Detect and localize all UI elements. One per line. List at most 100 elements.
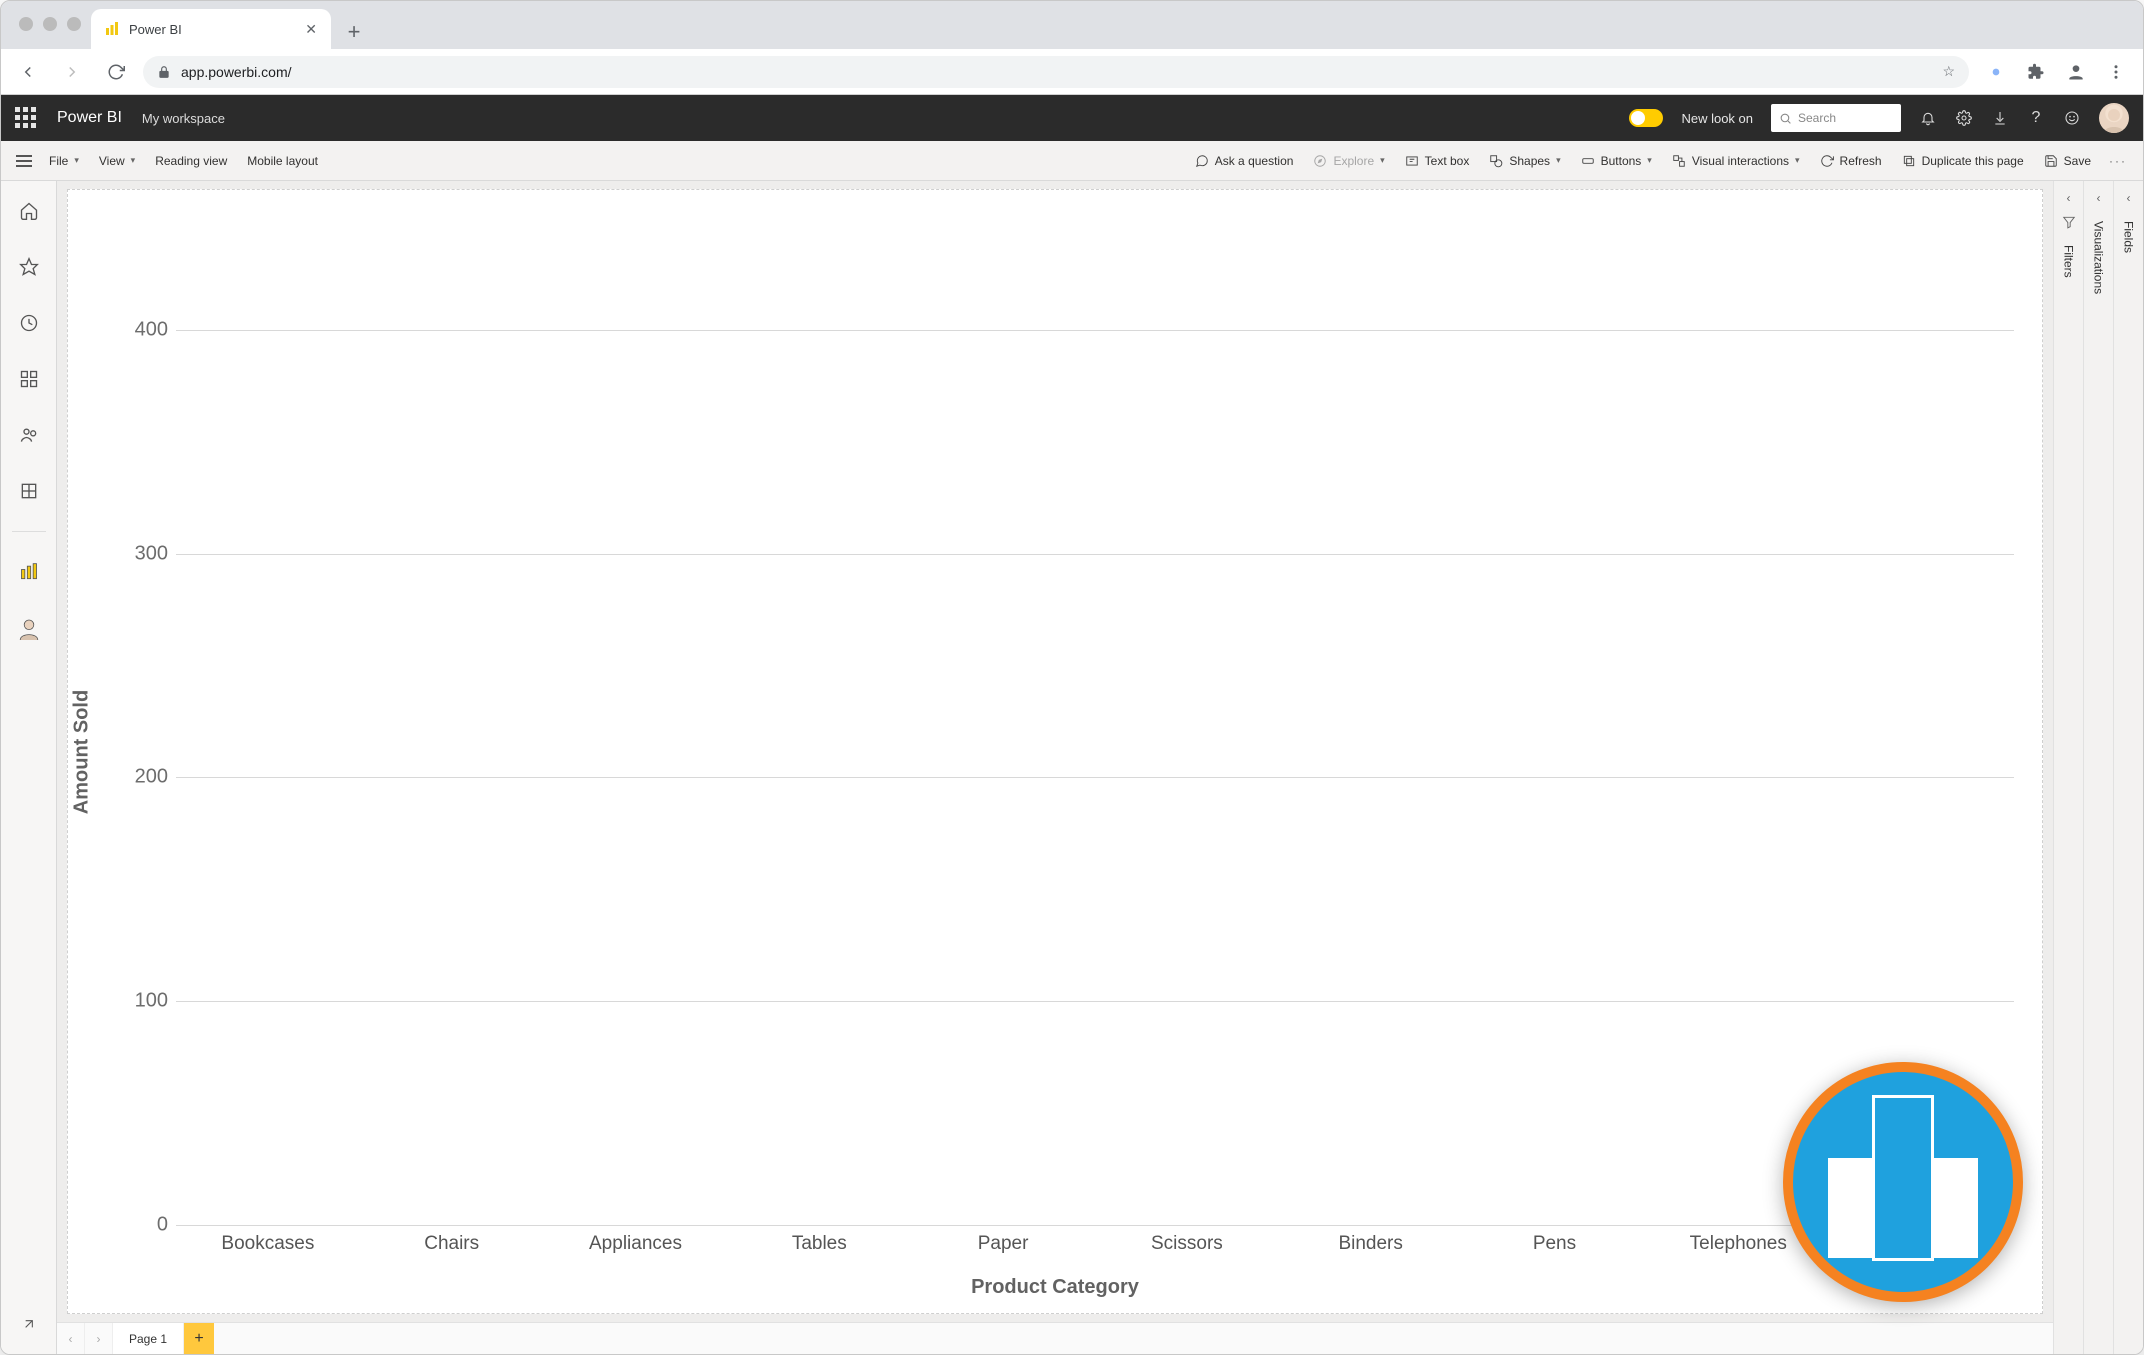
- page-tab-1[interactable]: Page 1: [113, 1323, 184, 1354]
- tab-close-icon[interactable]: ✕: [305, 21, 317, 38]
- right-collapsed-panes: ‹ Filters ‹ Visualizations ‹ Fields: [2053, 181, 2143, 1354]
- nav-expand-icon[interactable]: [9, 1304, 49, 1344]
- visualizations-pane-collapsed[interactable]: ‹ Visualizations: [2083, 181, 2113, 1354]
- save-button[interactable]: Save: [2034, 141, 2101, 180]
- x-axis-label: Product Category: [971, 1276, 1139, 1299]
- gridline: [176, 330, 2014, 331]
- profile-icon[interactable]: [2059, 55, 2093, 89]
- nav-recent-icon[interactable]: [9, 303, 49, 343]
- puzzle-extensions-icon[interactable]: [2019, 55, 2053, 89]
- address-bar[interactable]: app.powerbi.com/ ☆: [143, 56, 1969, 88]
- nav-myworkspace-icon[interactable]: [9, 552, 49, 592]
- report-canvas[interactable]: Amount Sold Product Category BookcasesCh…: [57, 181, 2053, 1322]
- magnifier-callout: [1783, 1062, 2023, 1302]
- gridline: [176, 1225, 2014, 1226]
- button-icon: [1581, 154, 1595, 168]
- app-launcher-icon[interactable]: [15, 107, 37, 129]
- filters-pane-label: Filters: [2062, 245, 2076, 278]
- filters-pane-collapsed[interactable]: ‹ Filters: [2053, 181, 2083, 1354]
- bookmark-star-icon[interactable]: ☆: [1942, 63, 1955, 80]
- chrome-toolbar: app.powerbi.com/ ☆: [1, 49, 2143, 95]
- text-box-button[interactable]: Text box: [1395, 141, 1480, 180]
- address-url: app.powerbi.com/: [181, 64, 292, 80]
- chart-plot-area: BookcasesChairsAppliancesTablesPaperScis…: [176, 218, 2014, 1225]
- search-input[interactable]: Search: [1771, 104, 1901, 132]
- toolbar-overflow-icon[interactable]: ···: [2101, 154, 2135, 168]
- new-look-toggle[interactable]: [1629, 109, 1663, 127]
- feedback-smile-icon[interactable]: [2063, 110, 2081, 126]
- mac-max-dot[interactable]: [67, 17, 81, 31]
- settings-gear-icon[interactable]: [1955, 110, 1973, 126]
- user-avatar[interactable]: [2099, 103, 2129, 133]
- nav-hamburger-icon[interactable]: [9, 141, 39, 180]
- magnifier-bar-grey-right: [1928, 1158, 1978, 1258]
- forward-button[interactable]: [55, 55, 89, 89]
- chevron-down-icon: ▾: [1647, 155, 1652, 166]
- pbi-topbar: Power BI My workspace New look on Search…: [1, 95, 2143, 141]
- nav-workspaces-icon[interactable]: [9, 471, 49, 511]
- page-tab-strip: ‹ › Page 1 +: [57, 1322, 2053, 1354]
- category-label: Chairs: [424, 1233, 479, 1255]
- view-menu[interactable]: View▾: [89, 141, 145, 180]
- mobile-layout-button[interactable]: Mobile layout: [237, 141, 328, 180]
- shapes-icon: [1489, 154, 1503, 168]
- nav-favorites-icon[interactable]: [9, 247, 49, 287]
- shapes-button[interactable]: Shapes▾: [1479, 141, 1570, 180]
- refresh-icon: [1820, 154, 1834, 168]
- duplicate-icon: [1902, 154, 1916, 168]
- explore-icon: [1313, 154, 1327, 168]
- chevron-left-icon: ‹: [2127, 191, 2131, 205]
- duplicate-page-button[interactable]: Duplicate this page: [1892, 141, 2034, 180]
- gridline: [176, 554, 2014, 555]
- new-look-label: New look on: [1681, 111, 1753, 126]
- back-button[interactable]: [11, 55, 45, 89]
- category-label: Appliances: [589, 1233, 682, 1255]
- save-icon: [2044, 154, 2058, 168]
- chevron-down-icon: ▾: [1795, 155, 1800, 166]
- gridline: [176, 777, 2014, 778]
- category-label: Paper: [978, 1233, 1029, 1255]
- nav-home-icon[interactable]: [9, 191, 49, 231]
- y-axis-label: Amount Sold: [71, 689, 94, 813]
- canvas-column: Amount Sold Product Category BookcasesCh…: [57, 181, 2053, 1354]
- nav-shared-icon[interactable]: [9, 415, 49, 455]
- chart-visual[interactable]: Amount Sold Product Category BookcasesCh…: [86, 208, 2024, 1295]
- file-menu[interactable]: File▾: [39, 141, 89, 180]
- chrome-tabstrip: Power BI ✕ +: [1, 1, 2143, 49]
- reload-button[interactable]: [99, 55, 133, 89]
- explore-button: Explore▾: [1303, 141, 1394, 180]
- chrome-menu-icon[interactable]: [2099, 55, 2133, 89]
- add-page-button[interactable]: +: [184, 1323, 214, 1354]
- category-label: Binders: [1338, 1233, 1402, 1255]
- powerbi-favicon-icon: [105, 22, 119, 36]
- nav-apps-icon[interactable]: [9, 359, 49, 399]
- page-prev-button: ‹: [57, 1323, 85, 1354]
- chevron-down-icon: ▾: [1556, 155, 1561, 166]
- help-icon[interactable]: ?: [2027, 109, 2045, 127]
- chevron-down-icon: ▾: [1380, 155, 1385, 166]
- chevron-down-icon: ▾: [74, 155, 79, 166]
- extension-icon[interactable]: [1979, 55, 2013, 89]
- left-nav-rail: [1, 181, 57, 1354]
- reading-view-button[interactable]: Reading view: [145, 141, 237, 180]
- breadcrumb[interactable]: My workspace: [142, 111, 225, 126]
- refresh-button[interactable]: Refresh: [1810, 141, 1892, 180]
- mac-traffic-lights: [19, 17, 81, 31]
- notifications-icon[interactable]: [1919, 110, 1937, 126]
- report-page[interactable]: Amount Sold Product Category BookcasesCh…: [67, 189, 2043, 1314]
- gridline: [176, 1001, 2014, 1002]
- mac-min-dot[interactable]: [43, 17, 57, 31]
- mac-close-dot[interactable]: [19, 17, 33, 31]
- download-icon[interactable]: [1991, 110, 2009, 126]
- y-tick-label: 100: [118, 990, 168, 1013]
- browser-window: Power BI ✕ + app.powerbi.com/ ☆ Power BI…: [0, 0, 2144, 1355]
- fields-pane-collapsed[interactable]: ‹ Fields: [2113, 181, 2143, 1354]
- buttons-button[interactable]: Buttons▾: [1571, 141, 1662, 180]
- ask-question-button[interactable]: Ask a question: [1185, 141, 1304, 180]
- y-tick-label: 0: [118, 1214, 168, 1237]
- visual-interactions-button[interactable]: Visual interactions▾: [1662, 141, 1810, 180]
- new-tab-button[interactable]: +: [337, 15, 371, 49]
- nav-user-avatar-small[interactable]: [9, 608, 49, 648]
- browser-tab[interactable]: Power BI ✕: [91, 9, 331, 49]
- pbi-brand[interactable]: Power BI: [57, 109, 122, 127]
